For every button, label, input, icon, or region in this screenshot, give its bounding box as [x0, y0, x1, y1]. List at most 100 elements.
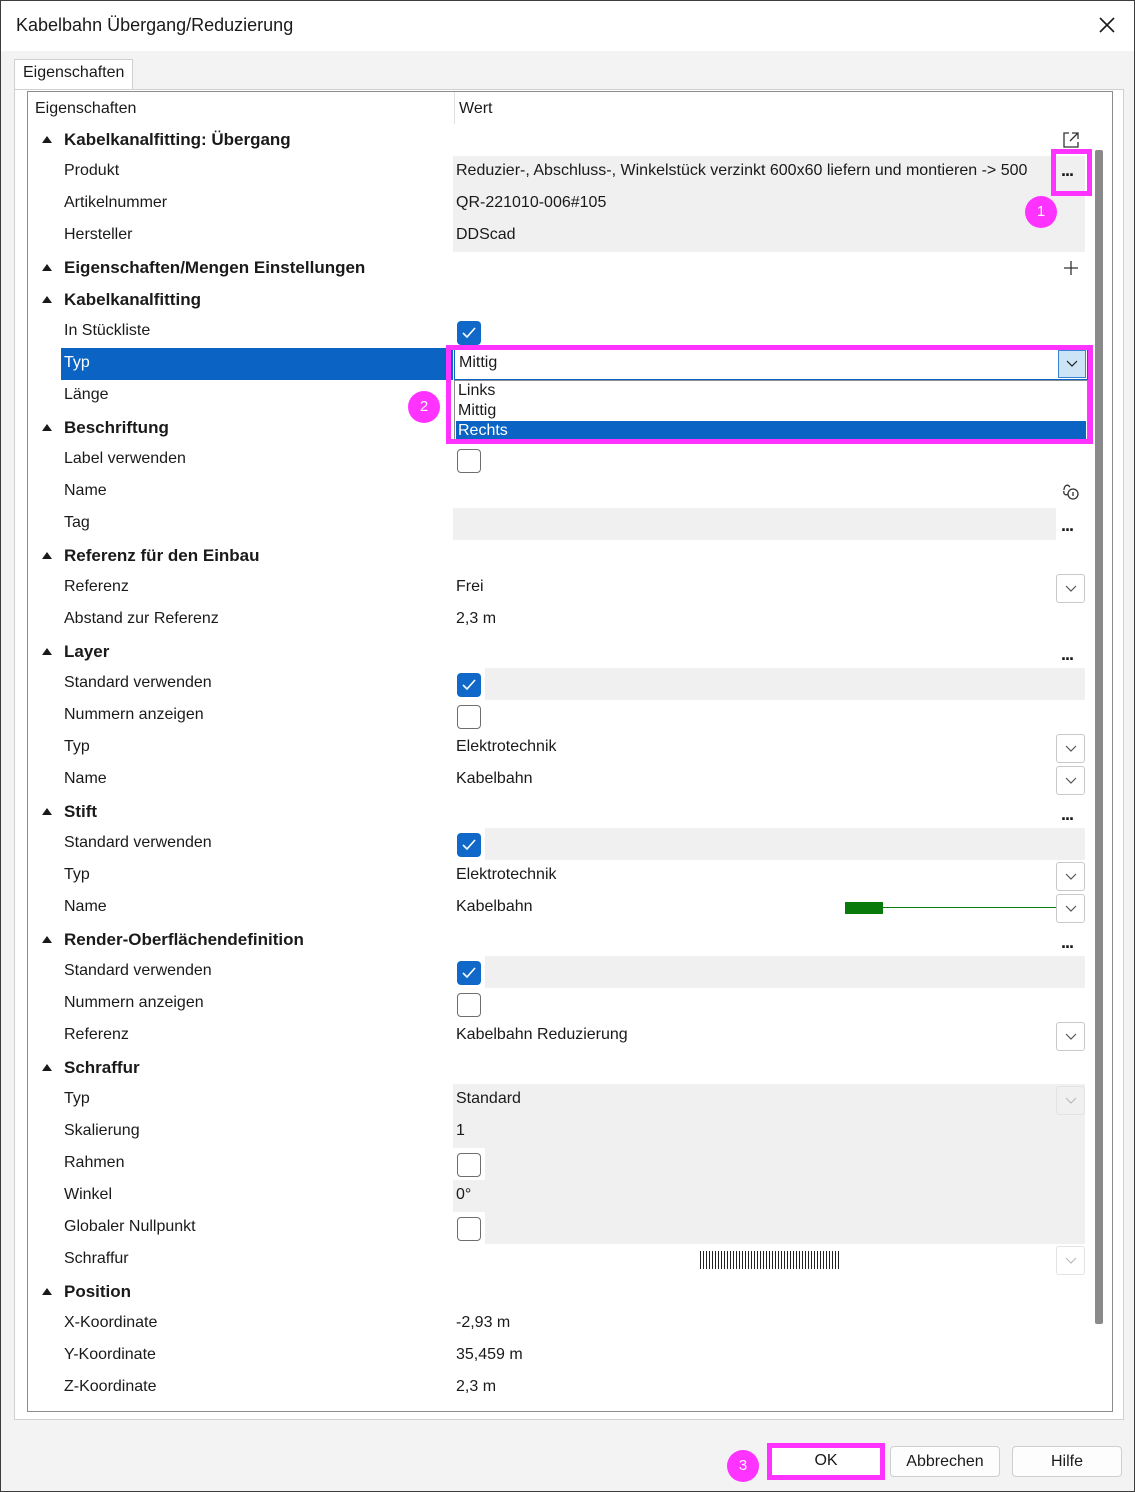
annotation-highlight-ellipsis: [1051, 149, 1092, 196]
category-schraffur[interactable]: Schraffur: [28, 1052, 1088, 1084]
plus-icon[interactable]: [1063, 260, 1079, 276]
referenz-dropdown-button[interactable]: [1056, 574, 1085, 603]
category-render-oberflaeche[interactable]: Render-Oberflächendefinition ...: [28, 924, 1088, 956]
globaler-nullpunkt-checkbox[interactable]: [457, 1217, 481, 1241]
row-referenz[interactable]: Referenz Frei: [28, 572, 1088, 604]
help-label: Hilfe: [1050, 1453, 1083, 1470]
category-kabelkanalfitting[interactable]: Kabelkanalfitting: [28, 284, 1088, 316]
collapse-icon[interactable]: [42, 424, 52, 431]
collapse-icon[interactable]: [42, 264, 52, 271]
stift-standard-checkbox[interactable]: [457, 833, 481, 857]
hersteller-value: DDScad: [456, 226, 516, 243]
row-label: Z-Koordinate: [64, 1378, 157, 1395]
row-label: Label verwenden: [64, 450, 186, 467]
row-label: Referenz: [64, 1026, 129, 1043]
row-in-stueckliste[interactable]: In Stückliste: [28, 316, 1088, 348]
category-label: Stift: [64, 802, 98, 821]
layer-typ-dropdown-button[interactable]: [1056, 734, 1085, 763]
row-label-verwenden[interactable]: Label verwenden: [28, 444, 1088, 476]
help-button[interactable]: Hilfe: [1012, 1446, 1122, 1477]
row-abstand-referenz[interactable]: Abstand zur Referenz 2,3 m: [28, 604, 1088, 636]
render-standard-checkbox[interactable]: [457, 961, 481, 985]
render-referenz-dropdown-button[interactable]: [1056, 1022, 1085, 1051]
selected-row-highlight: [61, 348, 453, 380]
category-kabelkanalfitting-uebergang[interactable]: Kabelkanalfitting: Übergang: [28, 124, 1088, 156]
row-render-nummern[interactable]: Nummern anzeigen: [28, 988, 1088, 1020]
layer-typ-value: Elektrotechnik: [456, 738, 557, 755]
value-background: [453, 1084, 1085, 1116]
category-referenz-einbau[interactable]: Referenz für den Einbau: [28, 540, 1088, 572]
scrollbar-thumb[interactable]: [1095, 150, 1103, 1324]
collapse-icon[interactable]: [42, 136, 52, 143]
cancel-button[interactable]: Abbrechen: [890, 1446, 1000, 1477]
artikelnummer-value: QR-221010-006#105: [456, 194, 607, 211]
layer-name-dropdown-button[interactable]: [1056, 766, 1085, 795]
in-stueckliste-checkbox[interactable]: [457, 321, 481, 345]
row-label: Nummern anzeigen: [64, 994, 204, 1011]
row-hersteller[interactable]: Hersteller DDScad: [28, 220, 1088, 252]
row-stift-name[interactable]: Name Kabelbahn: [28, 892, 1088, 924]
row-name[interactable]: Name: [28, 476, 1088, 508]
row-tag[interactable]: Tag ...: [28, 508, 1088, 540]
link-icon[interactable]: [1061, 482, 1081, 502]
collapse-icon[interactable]: [42, 808, 52, 815]
row-skalierung[interactable]: Skalierung 1: [28, 1116, 1088, 1148]
ellipsis-icon[interactable]: ...: [1061, 515, 1074, 536]
ellipsis-icon[interactable]: ...: [1061, 644, 1074, 665]
row-z-koordinate[interactable]: Z-Koordinate 2,3 m: [28, 1372, 1088, 1404]
row-label: Standard verwenden: [64, 962, 212, 979]
chevron-down-icon: [1065, 777, 1077, 784]
collapse-icon[interactable]: [42, 552, 52, 559]
row-layer-nummern[interactable]: Nummern anzeigen: [28, 700, 1088, 732]
grid-header: Eigenschaften Wert: [28, 92, 1112, 124]
ellipsis-icon[interactable]: ...: [1061, 932, 1074, 953]
category-mengen-einstellungen[interactable]: Eigenschaften/Mengen Einstellungen: [28, 252, 1088, 284]
checkmark-icon: [462, 839, 476, 850]
layer-nummern-checkbox[interactable]: [457, 705, 481, 729]
row-schraffur-muster[interactable]: Schraffur: [28, 1244, 1088, 1276]
collapse-icon[interactable]: [42, 1064, 52, 1071]
expand-icon[interactable]: [1062, 131, 1080, 149]
rahmen-checkbox[interactable]: [457, 1153, 481, 1177]
row-x-koordinate[interactable]: X-Koordinate -2,93 m: [28, 1308, 1088, 1340]
row-layer-name[interactable]: Name Kabelbahn: [28, 764, 1088, 796]
row-stift-typ[interactable]: Typ Elektrotechnik: [28, 860, 1088, 892]
label-verwenden-checkbox[interactable]: [457, 449, 481, 473]
collapse-icon[interactable]: [42, 648, 52, 655]
value-background: [453, 1180, 1085, 1212]
row-globaler-nullpunkt[interactable]: Globaler Nullpunkt: [28, 1212, 1088, 1244]
render-nummern-checkbox[interactable]: [457, 993, 481, 1017]
row-layer-typ[interactable]: Typ Elektrotechnik: [28, 732, 1088, 764]
header-separator[interactable]: [454, 92, 455, 124]
collapse-icon[interactable]: [42, 296, 52, 303]
row-y-koordinate[interactable]: Y-Koordinate 35,459 m: [28, 1340, 1088, 1372]
tab-eigenschaften[interactable]: Eigenschaften: [14, 59, 133, 90]
row-label: Y-Koordinate: [64, 1346, 156, 1363]
annotation-badge-3: 3: [727, 1450, 759, 1482]
schraffur-typ-dropdown-button: [1056, 1086, 1085, 1115]
stift-typ-dropdown-button[interactable]: [1056, 862, 1085, 891]
close-icon[interactable]: [1095, 13, 1119, 37]
row-stift-standard[interactable]: Standard verwenden: [28, 828, 1088, 860]
category-layer[interactable]: Layer ...: [28, 636, 1088, 668]
collapse-icon[interactable]: [42, 1288, 52, 1295]
row-winkel[interactable]: Winkel 0°: [28, 1180, 1088, 1212]
annotation-badge-2: 2: [408, 391, 440, 423]
row-artikelnummer[interactable]: Artikelnummer QR-221010-006#105: [28, 188, 1088, 220]
row-produkt[interactable]: Produkt Reduzier-, Abschluss-, Winkelstü…: [28, 156, 1088, 188]
window-title: Kabelbahn Übergang/Reduzierung: [16, 15, 294, 35]
collapse-icon[interactable]: [42, 936, 52, 943]
category-position[interactable]: Position: [28, 1276, 1088, 1308]
value-background: [485, 956, 1085, 988]
category-stift[interactable]: Stift ...: [28, 796, 1088, 828]
chevron-down-icon: [1065, 1257, 1077, 1264]
layer-standard-checkbox[interactable]: [457, 673, 481, 697]
ellipsis-icon[interactable]: ...: [1061, 804, 1074, 825]
stift-name-dropdown-button[interactable]: [1056, 894, 1085, 923]
row-rahmen[interactable]: Rahmen: [28, 1148, 1088, 1180]
checkmark-icon: [462, 327, 476, 338]
row-layer-standard[interactable]: Standard verwenden: [28, 668, 1088, 700]
row-schraffur-typ[interactable]: Typ Standard: [28, 1084, 1088, 1116]
row-render-standard[interactable]: Standard verwenden: [28, 956, 1088, 988]
row-render-referenz[interactable]: Referenz Kabelbahn Reduzierung: [28, 1020, 1088, 1052]
